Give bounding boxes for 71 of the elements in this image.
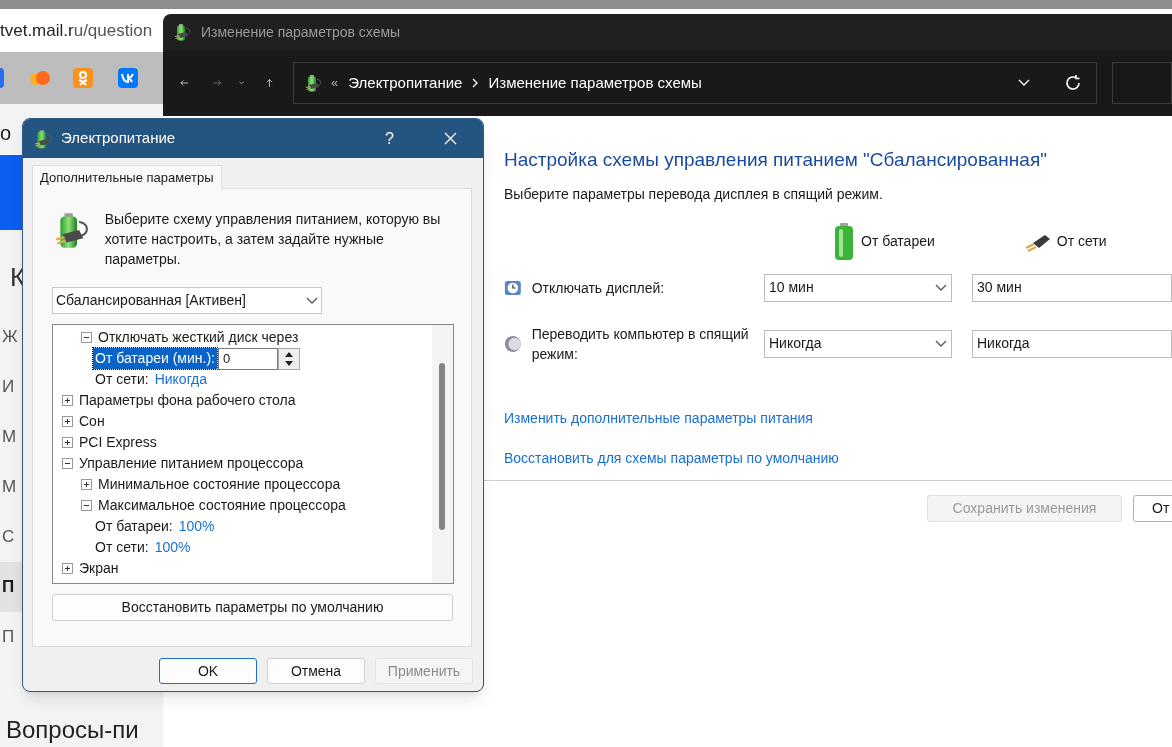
tree-item[interactable]: Управление питанием процессора [79,453,304,474]
tree-item[interactable]: PCI Express [79,432,157,453]
breadcrumb[interactable]: Электропитание [348,71,463,95]
tree-item[interactable]: Минимальное состояние процессора [98,474,341,495]
page-heading: Настройка схемы управления питанием "Сбалансированная" [504,148,1048,172]
tab[interactable]: Дополнительные параметры [32,165,222,189]
breadcrumb-separator: « [331,74,339,93]
dropdown[interactable]: 30 мин [972,273,1172,302]
setting-label: Отключать дисплей: [531,278,666,298]
close-icon[interactable] [444,132,457,145]
link[interactable]: Изменить дополнительные параметры питания [504,407,1172,429]
chevron-down-icon [935,283,947,292]
spin-arrows-icon [284,350,294,367]
link[interactable]: Восстановить для схемы параметры по умолчанию [504,447,1172,469]
spin-buttons[interactable] [278,347,300,370]
dialog-button[interactable]: OK [159,658,257,684]
history-chevron-icon [239,79,245,87]
column-header: От батареи [861,232,935,251]
window-title: Изменение параметров схемы [201,22,401,42]
setting-label[interactable]: От сети: [93,369,151,390]
restore-defaults-button[interactable]: Восстановить параметры по умолчанию [52,594,453,621]
tree-item[interactable]: Максимальное состояние процессора [98,495,346,516]
power-icon [33,127,55,150]
page-text-fragment: о [0,121,12,146]
power-icon [173,22,193,42]
description-text: Выберите схему управления питанием, которую вы хотите настроить, а затем задайте нужные параметры. [104,210,442,269]
setting-label[interactable]: От батареи: [93,516,175,537]
dialog-title: Электропитание [61,128,176,149]
power-icon [304,73,324,93]
tree-item[interactable]: Параметры фона рабочего стола [79,390,296,411]
column-header: От сети [1056,232,1107,251]
expand-icon[interactable] [62,437,73,448]
tree-item[interactable]: Экран [79,558,119,579]
page-heading: Вопросы-пи [6,716,139,744]
setting-value[interactable]: 100% [178,516,215,537]
expand-icon[interactable] [62,563,73,574]
collapse-icon[interactable] [81,332,92,343]
help-button[interactable]: ? [385,126,394,151]
page-subtitle: Выберите параметры перевода дисплея в спящий режим. [504,184,884,204]
dropdown[interactable]: Никогда [972,329,1172,358]
scheme-dropdown[interactable]: Сбалансированная [Активен] [52,287,322,314]
expand-icon[interactable] [62,416,73,427]
search-field[interactable] [1112,62,1172,104]
refresh-icon[interactable] [1064,74,1082,92]
expand-icon[interactable] [81,479,92,490]
dropdown[interactable]: Никогда [764,329,952,358]
chevron-right-icon [472,78,479,88]
address-chevron-icon [1018,79,1030,87]
moon-icon [504,333,522,354]
battery-icon [834,222,854,261]
chevron-down-icon [935,339,947,348]
collapse-icon[interactable] [81,500,92,511]
dialog-button[interactable]: Отмена [267,658,365,684]
button[interactable]: От [1133,495,1172,522]
tree-item[interactable]: Сон [79,411,105,432]
setting-label[interactable]: От сети: [93,537,151,558]
setting-label[interactable]: От батареи (мин.): [93,348,217,369]
setting-value[interactable]: Никогда [154,369,208,390]
setting-label: Переводить компьютер в спящий режим: [531,324,750,364]
chevron-down-icon [306,296,318,305]
collapse-icon[interactable] [62,458,73,469]
scrollbar[interactable] [432,325,453,583]
scrollbar-thumb[interactable] [439,363,445,530]
breadcrumb[interactable]: Изменение параметров схемы [488,71,702,95]
number-field[interactable]: 0 [218,347,278,370]
setting-value[interactable]: 100% [154,537,191,558]
url-text[interactable]: tvet.mail.ru/question [0,17,153,44]
address-bar[interactable]: « Электропитание Изменение параметров схемы [293,62,1097,104]
dropdown[interactable]: 10 мин [764,273,952,302]
expand-icon[interactable] [62,395,73,406]
tree-item[interactable]: Отключать жесткий диск через [98,327,299,348]
